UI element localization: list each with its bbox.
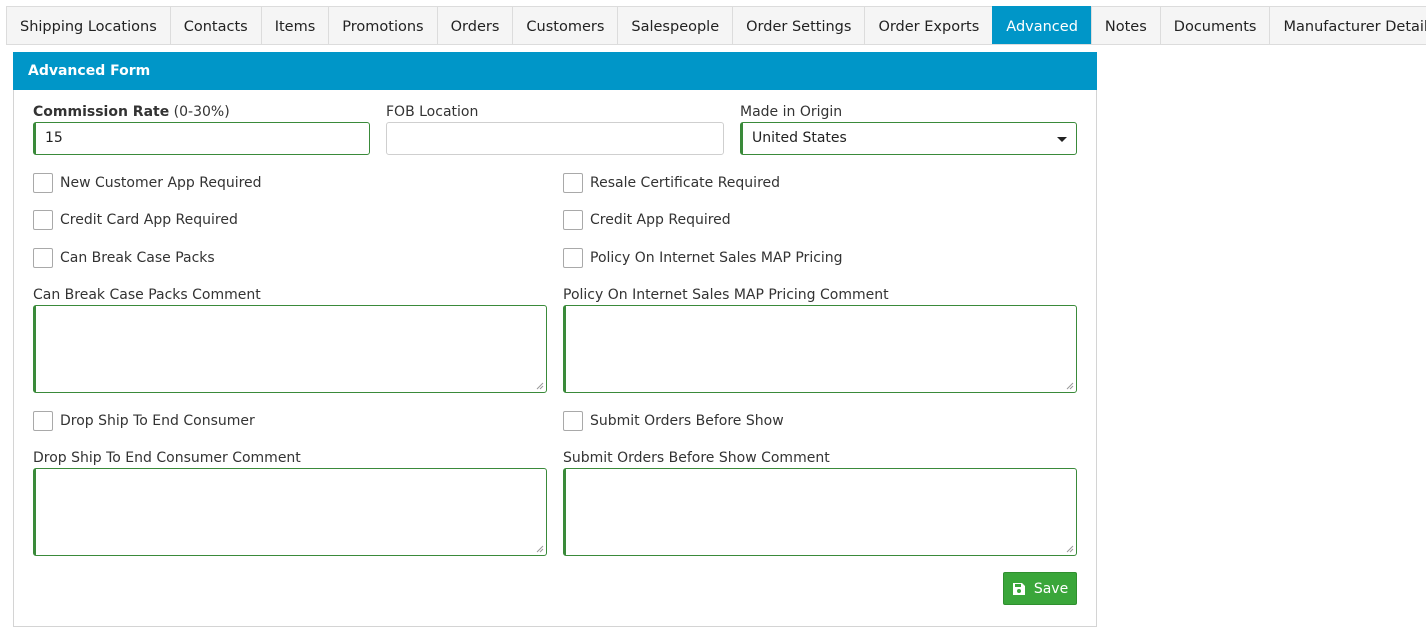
internet-map-pricing-comment-label: Policy On Internet Sales MAP Pricing Com… <box>563 287 889 303</box>
submit-before-show-comment-textarea[interactable] <box>563 468 1077 556</box>
break-case-packs-label: Can Break Case Packs <box>60 250 215 266</box>
credit-app-label: Credit App Required <box>590 212 731 228</box>
credit-card-app-label: Credit Card App Required <box>60 212 238 228</box>
resize-grip-icon[interactable] <box>1066 545 1074 553</box>
resize-grip-icon[interactable] <box>536 382 544 390</box>
credit-app-row[interactable]: Credit App Required <box>563 210 731 230</box>
tab-shipping-locations[interactable]: Shipping Locations <box>6 6 170 45</box>
tab-order-exports[interactable]: Order Exports <box>864 6 993 45</box>
tab-contacts[interactable]: Contacts <box>169 6 261 45</box>
submit-before-show-comment-label: Submit Orders Before Show Comment <box>563 450 830 466</box>
break-case-packs-row[interactable]: Can Break Case Packs <box>33 248 215 268</box>
internet-map-pricing-row[interactable]: Policy On Internet Sales MAP Pricing <box>563 248 843 268</box>
tab-documents[interactable]: Documents <box>1159 6 1270 45</box>
made-in-origin-value: United States <box>752 130 847 146</box>
submit-before-show-label: Submit Orders Before Show <box>590 413 784 429</box>
drop-ship-checkbox[interactable] <box>33 411 53 431</box>
tab-divider <box>6 44 1426 45</box>
credit-card-app-row[interactable]: Credit Card App Required <box>33 210 238 230</box>
tab-promotions[interactable]: Promotions <box>328 6 437 45</box>
internet-map-pricing-label: Policy On Internet Sales MAP Pricing <box>590 250 843 266</box>
new-customer-app-label: New Customer App Required <box>60 175 262 191</box>
new-customer-app-checkbox[interactable] <box>33 173 53 193</box>
resize-grip-icon[interactable] <box>1066 382 1074 390</box>
break-case-packs-comment-label: Can Break Case Packs Comment <box>33 287 261 303</box>
made-in-origin-label: Made in Origin <box>740 104 843 120</box>
tab-items[interactable]: Items <box>260 6 329 45</box>
floppy-disk-icon <box>1012 582 1025 595</box>
tab-orders[interactable]: Orders <box>436 6 513 45</box>
commission-rate-label: Commission Rate (0-30%) <box>33 104 230 120</box>
save-button[interactable]: Save <box>1003 572 1077 605</box>
commission-rate-label-text: Commission Rate <box>33 104 170 120</box>
tab-advanced[interactable]: Advanced <box>992 6 1091 45</box>
submit-before-show-row[interactable]: Submit Orders Before Show <box>563 411 784 431</box>
break-case-packs-comment-textarea[interactable] <box>33 305 547 393</box>
tab-order-settings[interactable]: Order Settings <box>732 6 865 45</box>
drop-ship-row[interactable]: Drop Ship To End Consumer <box>33 411 255 431</box>
resize-grip-icon[interactable] <box>536 545 544 553</box>
fob-location-label: FOB Location <box>386 104 479 120</box>
drop-ship-label: Drop Ship To End Consumer <box>60 413 255 429</box>
tab-notes[interactable]: Notes <box>1090 6 1160 45</box>
tab-bar: Shipping Locations Contacts Items Promot… <box>6 6 1426 45</box>
resale-certificate-checkbox[interactable] <box>563 173 583 193</box>
resale-certificate-row[interactable]: Resale Certificate Required <box>563 173 780 193</box>
resale-certificate-label: Resale Certificate Required <box>590 175 781 191</box>
submit-before-show-checkbox[interactable] <box>563 411 583 431</box>
tab-customers[interactable]: Customers <box>512 6 618 45</box>
save-button-label: Save <box>1033 580 1069 597</box>
drop-ship-comment-textarea[interactable] <box>33 468 547 556</box>
credit-app-checkbox[interactable] <box>563 210 583 230</box>
panel-title: Advanced Form <box>13 52 1097 90</box>
credit-card-app-checkbox[interactable] <box>33 210 53 230</box>
new-customer-app-row[interactable]: New Customer App Required <box>33 173 262 193</box>
tab-salespeople[interactable]: Salespeople <box>617 6 733 45</box>
internet-map-pricing-comment-textarea[interactable] <box>563 305 1077 393</box>
tab-manufacturer-detail[interactable]: Manufacturer Detail <box>1269 6 1426 45</box>
fob-location-input[interactable] <box>386 122 724 155</box>
made-in-origin-select[interactable]: United States <box>740 122 1077 155</box>
break-case-packs-checkbox[interactable] <box>33 248 53 268</box>
commission-rate-input[interactable]: 15 <box>33 122 370 155</box>
caret-down-icon <box>1057 137 1067 142</box>
commission-rate-hint: (0-30%) <box>173 104 230 120</box>
drop-ship-comment-label: Drop Ship To End Consumer Comment <box>33 450 301 466</box>
internet-map-pricing-checkbox[interactable] <box>563 248 583 268</box>
